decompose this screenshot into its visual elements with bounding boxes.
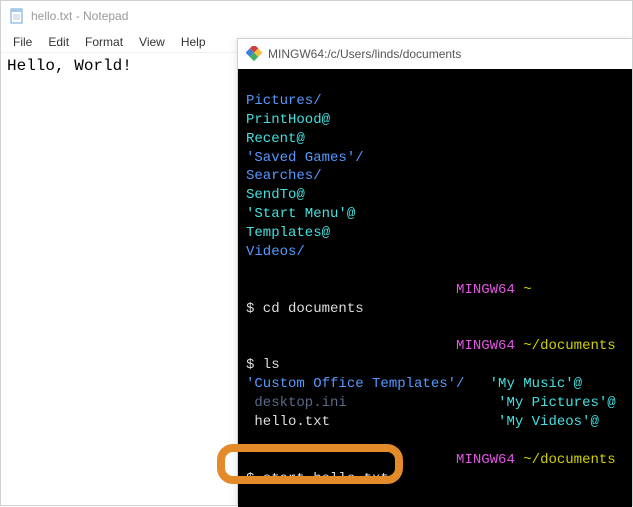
notepad-text: Hello, World! (7, 57, 132, 75)
notepad-title: hello.txt - Notepad (31, 9, 128, 23)
ls-item: Pictures/ (246, 93, 322, 109)
terminal-output[interactable]: Pictures/ PrintHood@ Recent@ 'Saved Game… (238, 69, 632, 507)
ls-item: Recent@ (246, 131, 305, 147)
menu-view[interactable]: View (131, 33, 173, 51)
menu-help[interactable]: Help (173, 33, 214, 51)
terminal-window: MINGW64:/c/Users/linds/documents Picture… (237, 38, 633, 506)
cmd-start: $ start hello.txt (246, 471, 389, 487)
ls-row: 'Custom Office Templates'/ 'My Music'@ (246, 376, 582, 392)
ls-item: 'Start Menu'@ (246, 206, 355, 222)
ls-item: Videos/ (246, 244, 305, 260)
prompt-line: MINGW64 ~/documents (246, 452, 616, 468)
notepad-icon (9, 8, 25, 24)
mingw-icon (246, 46, 262, 62)
menu-edit[interactable]: Edit (40, 33, 77, 51)
prompt-line: MINGW64 ~/documents (246, 338, 616, 354)
menu-format[interactable]: Format (77, 33, 131, 51)
cmd-cd: $ cd documents (246, 301, 364, 317)
ls-item: SendTo@ (246, 187, 305, 203)
ls-row: hello.txt 'My Videos'@ (246, 414, 599, 430)
menu-file[interactable]: File (5, 33, 40, 51)
ls-item: PrintHood@ (246, 112, 330, 128)
ls-row: desktop.ini 'My Pictures'@ (246, 395, 616, 411)
ls-item: Searches/ (246, 168, 322, 184)
notepad-titlebar[interactable]: hello.txt - Notepad (1, 1, 632, 31)
cmd-ls: $ ls (246, 357, 280, 373)
ls-item: 'Saved Games'/ (246, 150, 364, 166)
ls-item: Templates@ (246, 225, 330, 241)
terminal-title: MINGW64:/c/Users/linds/documents (268, 47, 461, 61)
prompt-line: MINGW64 ~ (246, 282, 532, 298)
terminal-titlebar[interactable]: MINGW64:/c/Users/linds/documents (238, 39, 632, 69)
